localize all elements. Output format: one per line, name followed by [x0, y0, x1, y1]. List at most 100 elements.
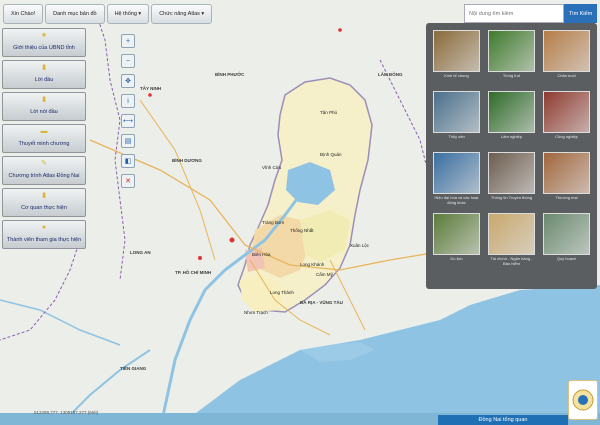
search-bar: Tìm Kiếm	[464, 4, 597, 23]
category-item[interactable]: Chăn nuôi	[542, 30, 591, 88]
clear-icon[interactable]: ✕	[121, 174, 135, 188]
map-province-label: LÂM ĐỒNG	[378, 72, 403, 77]
map-district-label: Vĩnh Cửu	[262, 165, 282, 170]
map-district-label: Biên Hòa	[252, 252, 271, 257]
map-district-label: Xuân Lộc	[350, 243, 370, 248]
book-icon: ▬	[40, 128, 48, 135]
map-district-label: Nhơn Trạch	[244, 310, 268, 315]
map-district-label: Thống Nhất	[290, 228, 314, 233]
document-icon: ▮	[42, 64, 46, 71]
map-province-label: TIỀN GIANG	[120, 366, 147, 371]
category-thumbnail[interactable]	[488, 152, 535, 194]
info-icon[interactable]: i	[121, 94, 135, 108]
province-logo	[568, 380, 598, 420]
menu-atlas-functions[interactable]: Chức năng Atlas ▾	[151, 4, 213, 24]
map-province-label: LONG AN	[130, 250, 151, 255]
category-grid: Kinh tế chung Trồng trọt Chăn nuôi Thủy sản…	[432, 30, 591, 271]
category-thumbnail[interactable]	[488, 91, 535, 133]
layers-icon[interactable]: ◧	[121, 154, 135, 168]
left-menu-item[interactable]: ★ Giới thiệu của UBND tỉnh	[2, 28, 86, 57]
map-toolbar: + − ✥ i ⟷ ▤ ◧ ✕	[121, 34, 137, 194]
pencil-icon: ✎	[41, 160, 47, 167]
category-item[interactable]: Kinh tế chung	[432, 30, 481, 88]
zoom-out-icon[interactable]: −	[121, 54, 135, 68]
category-item[interactable]: Thông tin Truyền thông	[487, 152, 536, 210]
category-item[interactable]: Lâm nghiệp	[487, 91, 536, 149]
category-label: Chăn nuôi	[557, 73, 576, 78]
category-item[interactable]: Công nghiệp	[542, 91, 591, 149]
overview-title[interactable]: Đồng Nai tổng quan	[438, 415, 568, 425]
map-district-label: Long Khánh	[300, 262, 325, 267]
category-label: Trồng trọt	[502, 73, 521, 78]
category-thumbnail[interactable]	[488, 30, 535, 72]
category-item[interactable]: Tài chính - Ngân hàng - Bảo hiểm	[487, 213, 536, 271]
category-label: Tài chính - Ngân hàng - Bảo hiểm	[490, 256, 533, 266]
left-menu-label: Chương trình Atlas Đồng Nai	[8, 173, 80, 179]
left-menu-label: Thành viên tham gia thực hiện	[6, 237, 82, 243]
category-label: Thông tin Truyền thông	[490, 195, 533, 200]
coordinate-readout: 512289.777, 1309187.277 (Mét)	[34, 410, 99, 415]
category-label: Công nghiệp	[555, 134, 578, 139]
map-province-label: TÂY NINH	[140, 86, 162, 91]
measure-icon[interactable]: ⟷	[121, 114, 135, 128]
category-label: Hiện đại hóa và các hoạt động khác	[434, 195, 479, 205]
left-menu-label: Lời nói đầu	[30, 109, 58, 115]
left-menu: ★ Giới thiệu của UBND tỉnh ▮ Lời đầu ▮ Lời …	[2, 28, 86, 252]
print-icon[interactable]: ▤	[121, 134, 135, 148]
category-thumbnail[interactable]	[543, 213, 590, 255]
map-district-label: Cẩm Mỹ	[316, 272, 333, 277]
category-thumbnail[interactable]	[543, 91, 590, 133]
category-label: Du lịch	[450, 256, 463, 261]
left-menu-item[interactable]: ▮ Lời đầu	[2, 60, 86, 89]
map-district-label: Long Thành	[270, 290, 294, 295]
star-icon: ★	[40, 32, 48, 39]
top-menu: Xin Chào! Danh mục bản đồ Hệ thống ▾ Chứ…	[3, 4, 213, 24]
search-input[interactable]	[464, 4, 564, 23]
category-panel: Kinh tế chung Trồng trọt Chăn nuôi Thủy sản…	[426, 23, 597, 289]
category-thumbnail[interactable]	[433, 213, 480, 255]
category-label: Thủy sản	[448, 134, 465, 139]
left-menu-item[interactable]: ▬ Thuyết minh chương	[2, 124, 86, 153]
category-label: Quy hoạch	[556, 256, 577, 261]
left-menu-item[interactable]: ▮ Lời nói đầu	[2, 92, 86, 121]
category-thumbnail[interactable]	[543, 30, 590, 72]
people-icon: ●	[41, 224, 47, 231]
map-district-label: Tân Phú	[320, 110, 338, 115]
category-item[interactable]: Hiện đại hóa và các hoạt động khác	[432, 152, 481, 210]
atlas-app: BÌNH PHƯỚC LÂM ĐỒNG TÂY NINH BÌNH DƯƠNG …	[0, 0, 600, 425]
category-thumbnail[interactable]	[433, 30, 480, 72]
zoom-in-icon[interactable]: +	[121, 34, 135, 48]
map-district-label: Trảng Bom	[262, 220, 285, 225]
map-district-label: Định Quán	[320, 152, 342, 157]
category-item[interactable]: Thủy sản	[432, 91, 481, 149]
category-thumbnail[interactable]	[433, 152, 480, 194]
map-province-label: BÌNH DƯƠNG	[172, 158, 202, 163]
map-province-label: TP. HỒ CHÍ MINH	[175, 270, 212, 275]
left-menu-label: Lời đầu	[34, 77, 54, 83]
category-item[interactable]: Thương mại	[542, 152, 591, 210]
document-icon: ▮	[42, 96, 46, 103]
left-menu-item[interactable]: ● Thành viên tham gia thực hiện	[2, 220, 86, 249]
category-thumbnail[interactable]	[543, 152, 590, 194]
left-menu-label: Cơ quan thực hiện	[21, 205, 67, 211]
category-thumbnail[interactable]	[433, 91, 480, 133]
left-menu-label: Giới thiệu của UBND tỉnh	[13, 45, 75, 51]
search-button[interactable]: Tìm Kiếm	[564, 4, 597, 23]
left-menu-item[interactable]: ▮ Cơ quan thực hiện	[2, 188, 86, 217]
category-label: Kinh tế chung	[444, 73, 469, 78]
category-label: Thương mại	[555, 195, 578, 200]
pan-icon[interactable]: ✥	[121, 74, 135, 88]
menu-system[interactable]: Hệ thống ▾	[106, 4, 150, 24]
left-menu-item[interactable]: ✎ Chương trình Atlas Đồng Nai	[2, 156, 86, 185]
category-item[interactable]: Quy hoạch	[542, 213, 591, 271]
map-province-label: BÀ RỊA - VŨNG TÀU	[300, 300, 343, 305]
map-province-label: BÌNH PHƯỚC	[215, 72, 245, 77]
document-icon: ▮	[42, 192, 46, 199]
menu-greeting[interactable]: Xin Chào!	[3, 4, 44, 24]
category-thumbnail[interactable]	[488, 213, 535, 255]
category-item[interactable]: Du lịch	[432, 213, 481, 271]
category-item[interactable]: Trồng trọt	[487, 30, 536, 88]
menu-map-catalog[interactable]: Danh mục bản đồ	[45, 4, 105, 24]
category-label: Lâm nghiệp	[501, 134, 522, 139]
left-menu-label: Thuyết minh chương	[18, 141, 70, 147]
